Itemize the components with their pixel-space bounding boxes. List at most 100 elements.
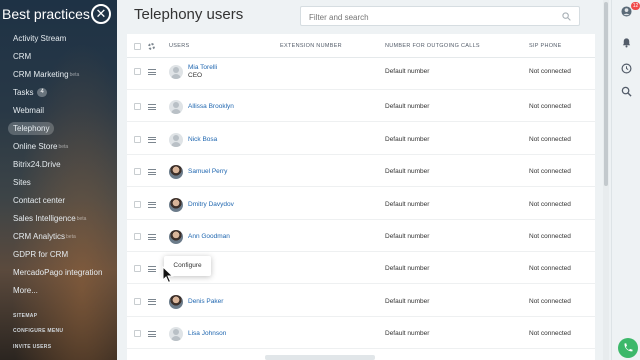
search-box[interactable] (300, 6, 580, 27)
column-outgoing-number[interactable]: NUMBER FOR OUTGOING CALLS (385, 43, 480, 49)
row-checkbox[interactable] (134, 103, 141, 111)
outgoing-number-cell: Default number (385, 330, 430, 338)
table-row: Samuel Perry Default number Not connected (127, 155, 595, 188)
invite-users-link[interactable]: INVITE USERS (13, 344, 51, 350)
search-icon[interactable] (562, 12, 571, 21)
sidebar: Best practices ✕ Activity Stream CRM CRM M… (0, 0, 117, 360)
avatar[interactable] (169, 197, 183, 212)
row-checkbox[interactable] (134, 330, 141, 338)
search-icon[interactable] (621, 86, 632, 97)
outgoing-number-cell: Default number (385, 135, 430, 143)
page-scrollbar[interactable] (603, 0, 609, 360)
row-checkbox[interactable] (134, 200, 141, 208)
user-name-link[interactable]: Denis Paker (188, 298, 223, 305)
sidebar-item-telephony[interactable]: Telephony (0, 120, 117, 138)
sidebar-item-crm[interactable]: CRM (0, 48, 117, 66)
sidebar-item-crm-analytics[interactable]: CRM Analyticsbeta (0, 228, 117, 246)
bell-icon[interactable] (621, 37, 632, 48)
sidebar-item-contact-center[interactable]: Contact center (0, 192, 117, 210)
sitemap-link[interactable]: SITEMAP (13, 313, 37, 319)
sidebar-item-label: CRM Marketing (13, 70, 69, 79)
user-name-link[interactable]: Dmitry Davydov (188, 201, 234, 208)
sidebar-item-online-store[interactable]: Online Storebeta (0, 138, 117, 156)
search-input[interactable] (301, 8, 551, 27)
table-row: Mia Torelli CEO Default number Not connecte… (127, 58, 595, 90)
clock-icon[interactable] (621, 63, 632, 74)
close-menu-button[interactable]: ✕ (91, 4, 111, 24)
outgoing-number-cell: Default number (385, 168, 430, 176)
user-name-link[interactable]: Mia Torelli (188, 64, 217, 71)
row-checkbox[interactable] (134, 135, 141, 143)
sidebar-item-label: CRM (13, 52, 32, 61)
page-title: Telephony users (134, 6, 244, 23)
sip-phone-cell: Not connected (529, 265, 571, 273)
table-row: Allissa Brooklyn Default number Not connec… (127, 90, 595, 123)
row-menu-icon[interactable] (148, 234, 156, 240)
user-name-link[interactable]: Allissa Brooklyn (188, 103, 234, 110)
beta-label: beta (58, 144, 69, 150)
avatar[interactable] (169, 230, 183, 244)
sidebar-item-label: Online Store (13, 142, 58, 151)
call-button[interactable] (618, 338, 638, 358)
user-avatar-icon[interactable] (621, 6, 632, 17)
avatar[interactable] (169, 100, 183, 115)
outgoing-number-cell: Default number (385, 103, 430, 111)
sidebar-item-sales-intelligence[interactable]: Sales Intelligencebeta (0, 210, 117, 228)
sip-phone-cell: Not connected (529, 200, 571, 208)
row-menu-icon[interactable] (148, 298, 156, 305)
sidebar-item-label: Bitrix24.Drive (13, 160, 61, 169)
table-row: Ann Goodman Default number Not connected (127, 220, 595, 252)
sidebar-item-sites[interactable]: Sites (0, 174, 117, 192)
user-name-link[interactable]: Ann Goodman (188, 233, 230, 240)
scrollbar-thumb[interactable] (604, 2, 608, 186)
sidebar-item-label: Tasks (13, 88, 34, 97)
sidebar-item-label: Webmail (13, 106, 44, 115)
avatar[interactable] (169, 65, 183, 79)
row-checkbox[interactable] (134, 297, 141, 305)
beta-label: beta (69, 72, 80, 78)
row-menu-icon[interactable] (148, 169, 156, 176)
row-checkbox[interactable] (134, 233, 141, 240)
user-name-link[interactable]: Lisa Johnson (188, 330, 226, 337)
sidebar-item-gdpr-for-crm[interactable]: GDPR for CRM (0, 246, 117, 264)
row-menu-icon[interactable] (148, 266, 156, 273)
portal-logo[interactable]: Best practices (0, 6, 96, 24)
row-menu-icon[interactable] (148, 104, 156, 111)
outgoing-number-cell: Default number (385, 265, 430, 273)
sidebar-nav: Activity Stream CRM CRM Marketingbeta Tasks… (0, 30, 117, 300)
table-row: Lisa Johnson Default number Not connected (127, 317, 595, 350)
sidebar-item-label: Telephony (8, 122, 55, 135)
gear-icon[interactable] (148, 43, 155, 50)
sidebar-item-label: Contact center (13, 196, 66, 205)
configure-menu-link[interactable]: CONFIGURE MENU (13, 328, 63, 334)
row-menu-icon[interactable] (148, 331, 156, 338)
outgoing-number-cell: Default number (385, 233, 430, 240)
column-users[interactable]: USERS (169, 43, 189, 49)
sidebar-item-activity-stream[interactable]: Activity Stream (0, 30, 117, 48)
sidebar-item-tasks[interactable]: Tasks 4 (0, 84, 117, 102)
sidebar-item-mercadopago-integration[interactable]: MercadoPago integration (0, 264, 117, 282)
user-name-link[interactable]: Samuel Perry (188, 168, 227, 175)
sidebar-item-more[interactable]: More... (0, 282, 117, 300)
row-menu-icon[interactable] (148, 201, 156, 208)
users-table: USERS EXTENSION NUMBER NUMBER FOR OUTGOI… (127, 34, 595, 360)
avatar[interactable] (169, 165, 183, 180)
row-checkbox[interactable] (134, 265, 141, 273)
user-name-link[interactable]: Nick Bosa (188, 136, 217, 143)
select-all-checkbox[interactable] (134, 43, 141, 50)
sidebar-item-label: MercadoPago integration (13, 268, 103, 277)
column-sip-phone[interactable]: SIP PHONE (529, 43, 562, 49)
row-checkbox[interactable] (134, 168, 141, 176)
sip-phone-cell: Not connected (529, 330, 571, 338)
sidebar-item-bitrix24-drive[interactable]: Bitrix24.Drive (0, 156, 117, 174)
avatar[interactable] (169, 132, 183, 147)
sidebar-item-webmail[interactable]: Webmail (0, 102, 117, 120)
column-extension-number[interactable]: EXTENSION NUMBER (280, 43, 342, 49)
row-menu-icon[interactable] (148, 69, 156, 75)
sidebar-item-crm-marketing[interactable]: CRM Marketingbeta (0, 66, 117, 84)
row-menu-icon[interactable] (148, 136, 156, 143)
row-checkbox[interactable] (134, 68, 141, 75)
avatar[interactable] (169, 327, 183, 342)
avatar[interactable] (169, 294, 183, 309)
sip-phone-cell: Not connected (529, 103, 571, 111)
